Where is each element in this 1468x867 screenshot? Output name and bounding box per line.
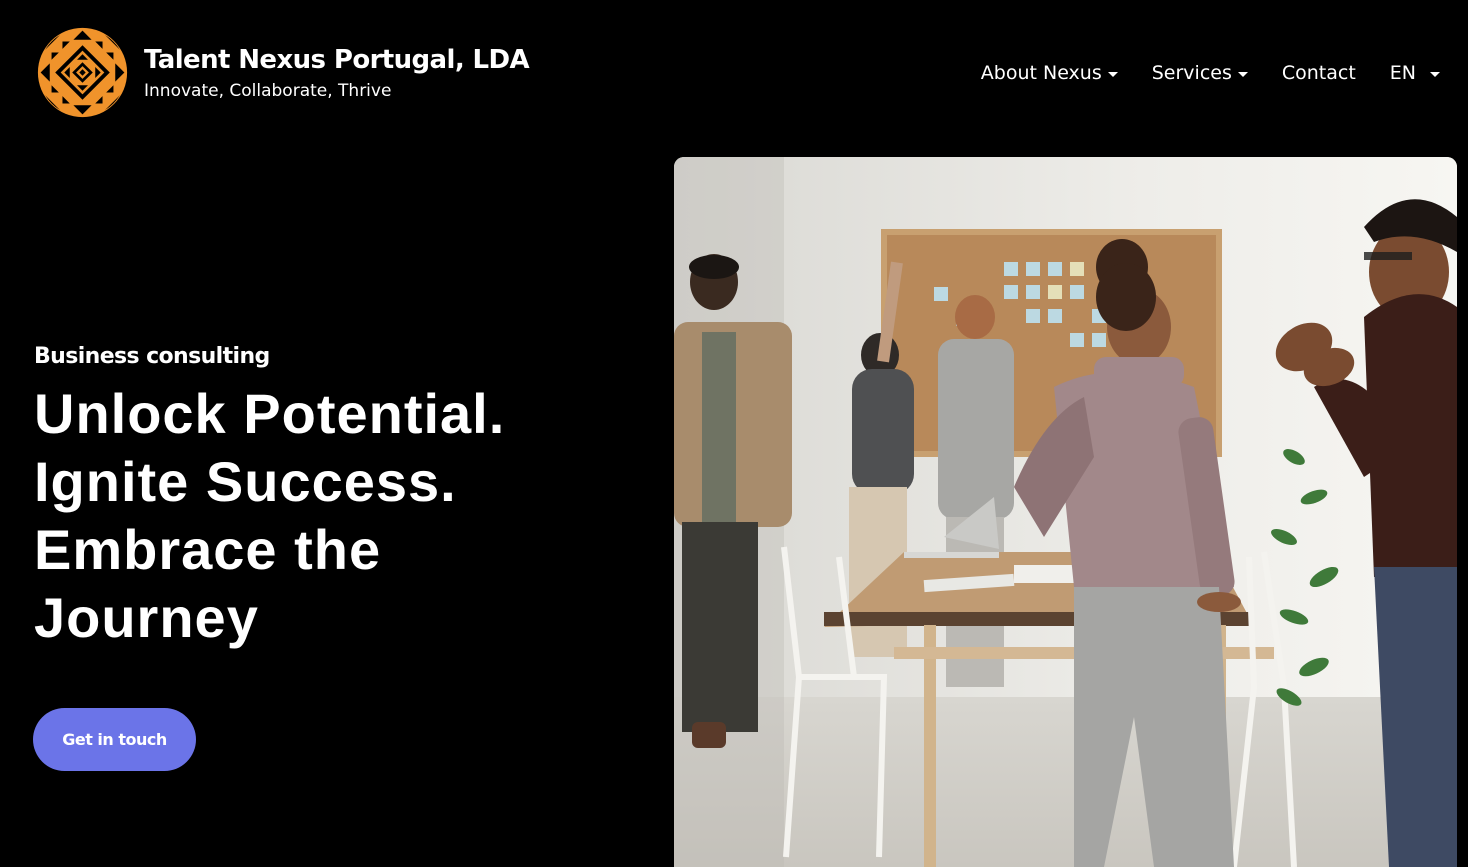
language-label: EN: [1389, 62, 1416, 84]
hero-title-line: Embrace the: [34, 518, 382, 581]
get-in-touch-button[interactable]: Get in touch: [33, 708, 196, 771]
brand-name: Talent Nexus Portugal, LDA: [144, 44, 530, 75]
chevron-down-icon: [1237, 71, 1248, 77]
hero-title-line: Ignite Success.: [34, 450, 457, 513]
page: Talent Nexus Portugal, LDA Innovate, Col…: [0, 0, 1468, 867]
brand-text: Talent Nexus Portugal, LDA Innovate, Col…: [144, 44, 530, 102]
nav-item-about-nexus[interactable]: About Nexus: [981, 58, 1118, 88]
nav-item-services[interactable]: Services: [1152, 58, 1248, 88]
nav-item-contact[interactable]: Contact: [1282, 58, 1356, 88]
main-nav: About Nexus Services Contact EN: [981, 58, 1440, 88]
brand[interactable]: Talent Nexus Portugal, LDA Innovate, Col…: [37, 27, 530, 118]
nav-item-label: Contact: [1281, 62, 1356, 84]
hero-kicker: Business consulting: [34, 344, 270, 369]
team-meeting-photo: [674, 157, 1457, 867]
chevron-down-icon: [1430, 71, 1440, 77]
nav-item-label: Services: [1151, 62, 1232, 84]
brand-tagline: Innovate, Collaborate, Thrive: [144, 80, 392, 101]
hero-image: [674, 157, 1457, 867]
hero-title-line: Unlock Potential.: [34, 382, 506, 445]
nav-item-label: About Nexus: [980, 62, 1102, 84]
geometric-diamond-logo-icon[interactable]: [37, 27, 128, 118]
site-header: Talent Nexus Portugal, LDA Innovate, Col…: [0, 0, 1468, 145]
language-selector[interactable]: EN: [1390, 58, 1440, 88]
chevron-down-icon: [1107, 71, 1118, 77]
hero-title: Unlock Potential. Ignite Success. Embrac…: [34, 380, 634, 652]
hero-title-line: Journey: [34, 586, 259, 649]
